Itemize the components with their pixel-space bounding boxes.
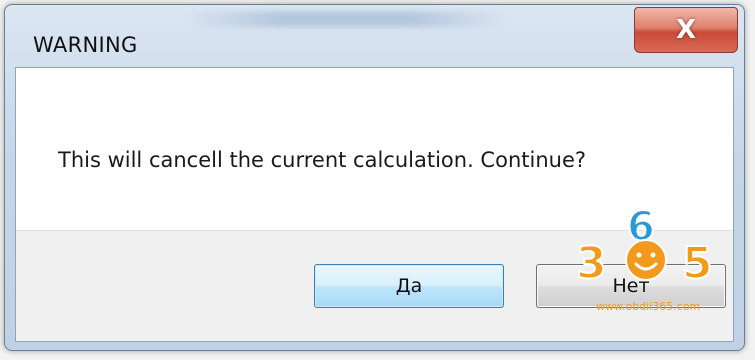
close-icon: X	[675, 15, 697, 45]
blurred-title-background	[185, 11, 505, 27]
dialog-body: This will cancell the current calculatio…	[15, 67, 734, 342]
warning-dialog: WARNING X This will cancell the current …	[4, 4, 745, 351]
button-bar: Да Нет	[16, 230, 733, 341]
yes-button[interactable]: Да	[314, 264, 504, 308]
no-button-label: Нет	[612, 275, 650, 297]
dialog-message: This will cancell the current calculatio…	[58, 148, 587, 172]
no-button[interactable]: Нет	[536, 264, 726, 308]
dialog-title: WARNING	[33, 33, 138, 57]
yes-button-label: Да	[395, 275, 423, 297]
close-button[interactable]: X	[634, 7, 738, 53]
